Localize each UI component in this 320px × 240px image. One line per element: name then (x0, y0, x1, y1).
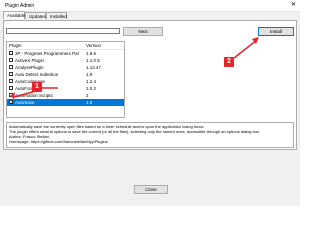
annotation-badge-2: 2 (224, 57, 234, 67)
annotation-badge-1: 1 (32, 82, 42, 92)
plugin-admin-window: Plugin Admin ✕ Available Updates Install… (0, 0, 300, 206)
arrow-2-line (233, 39, 258, 59)
annotation-arrows (10, 37, 259, 99)
arrow-1-head (10, 92, 15, 99)
